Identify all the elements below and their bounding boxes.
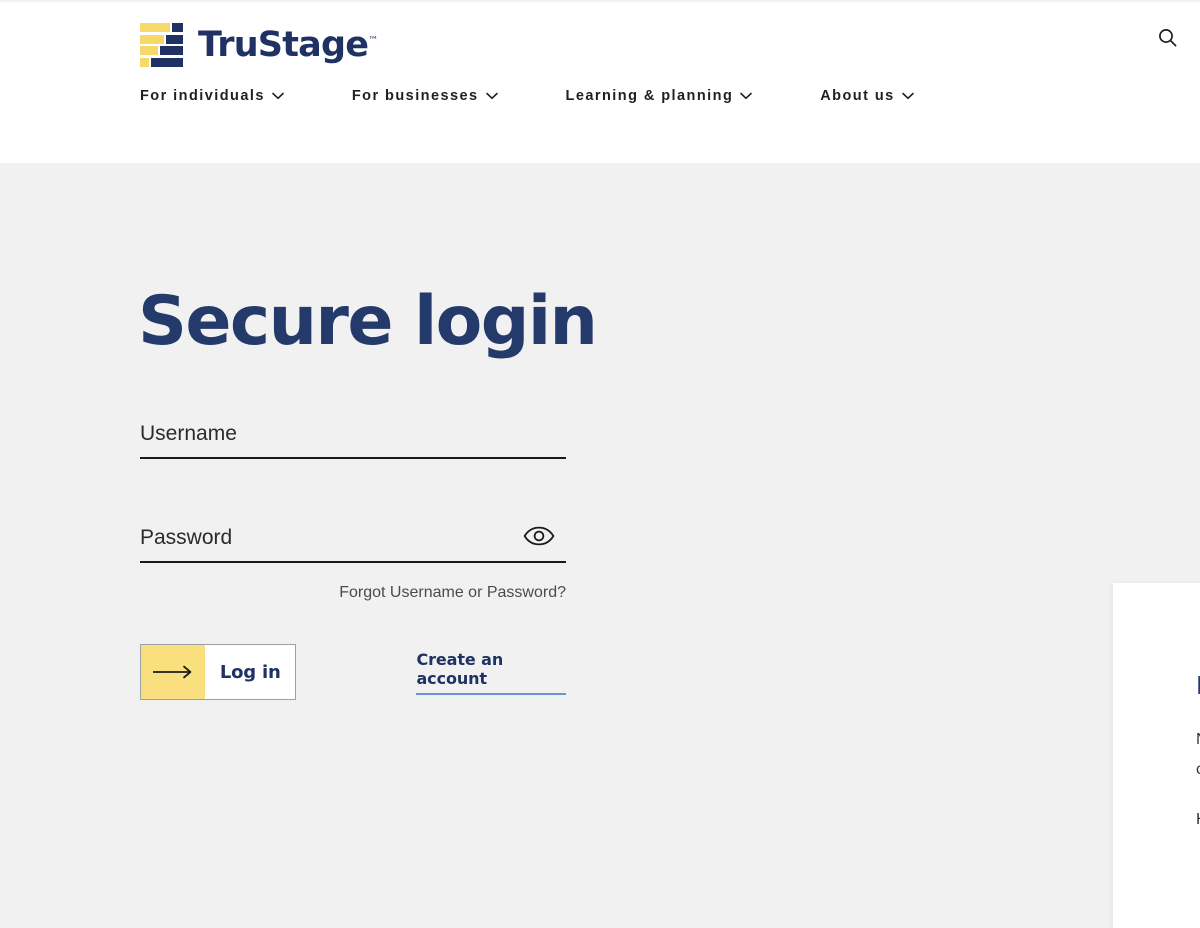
side-card-title: N: [1196, 671, 1200, 700]
nav-item-label: For businesses: [351, 88, 479, 104]
logo-bar-navy: [160, 46, 183, 56]
chevron-down-icon: [901, 92, 914, 100]
nav-item-label: For individuals: [140, 88, 265, 104]
main-navigation: For individuals For businesses Learning …: [140, 88, 914, 104]
page-title: Secure login: [138, 282, 598, 361]
logo-bar-navy: [151, 57, 183, 67]
nav-item-label: Learning & planning: [565, 88, 734, 104]
eye-icon: [523, 526, 555, 549]
password-field-wrapper: [140, 515, 566, 563]
trustage-wordmark-text: TruStage: [198, 24, 369, 65]
side-card-line-1: N: [1196, 731, 1200, 749]
logo-bar-row: [140, 57, 184, 67]
forgot-row: Forgot Username or Password?: [140, 584, 566, 602]
logo-bar-row: [140, 46, 184, 56]
logo-bar-yellow: [140, 57, 149, 67]
login-page-body: Secure login Forgot Username or Password…: [0, 163, 1200, 928]
logo-bar-navy: [166, 34, 183, 44]
toggle-password-visibility-button[interactable]: [522, 523, 556, 551]
site-header: TruStage™ For individuals For businesses: [0, 0, 1200, 163]
side-card-line-3: H: [1196, 811, 1200, 829]
arrow-right-icon: [141, 645, 205, 699]
create-an-account-link[interactable]: Create an account: [416, 650, 566, 695]
logo-bar-yellow: [140, 46, 158, 56]
logo-bar-navy: [172, 23, 183, 32]
username-input[interactable]: [140, 411, 566, 457]
trustage-logo[interactable]: TruStage™: [140, 20, 378, 70]
chevron-down-icon: [740, 92, 753, 100]
nav-item-for-businesses[interactable]: For businesses: [352, 88, 498, 104]
trustage-wordmark: TruStage™: [198, 24, 379, 65]
side-info-card: N N c H: [1113, 583, 1200, 928]
chevron-down-icon: [485, 92, 498, 100]
log-in-button-label: Log in: [219, 661, 281, 683]
forgot-username-or-password-link[interactable]: Forgot Username or Password?: [339, 584, 566, 601]
logo-bar-yellow: [140, 23, 170, 32]
search-button[interactable]: [1152, 24, 1182, 54]
log-in-button[interactable]: Log in: [140, 644, 297, 700]
side-card-line-2: c: [1196, 761, 1200, 778]
search-icon: [1158, 28, 1177, 50]
nav-item-label: About us: [820, 88, 895, 104]
password-input[interactable]: [140, 515, 566, 561]
nav-item-for-individuals[interactable]: For individuals: [140, 88, 284, 104]
logo-bar-row: [140, 23, 184, 32]
trademark-symbol: ™: [368, 34, 379, 46]
logo-bar-row: [140, 34, 184, 44]
login-actions: Log in Create an account: [140, 644, 566, 700]
nav-item-about-us[interactable]: About us: [820, 88, 914, 104]
logo-bar-yellow: [140, 34, 164, 44]
username-field-wrapper: [140, 411, 566, 459]
login-form: Forgot Username or Password? Log in Crea…: [140, 411, 566, 700]
trustage-logo-mark: [140, 23, 184, 67]
chevron-down-icon: [272, 92, 284, 100]
nav-item-learning-and-planning[interactable]: Learning & planning: [566, 88, 753, 104]
